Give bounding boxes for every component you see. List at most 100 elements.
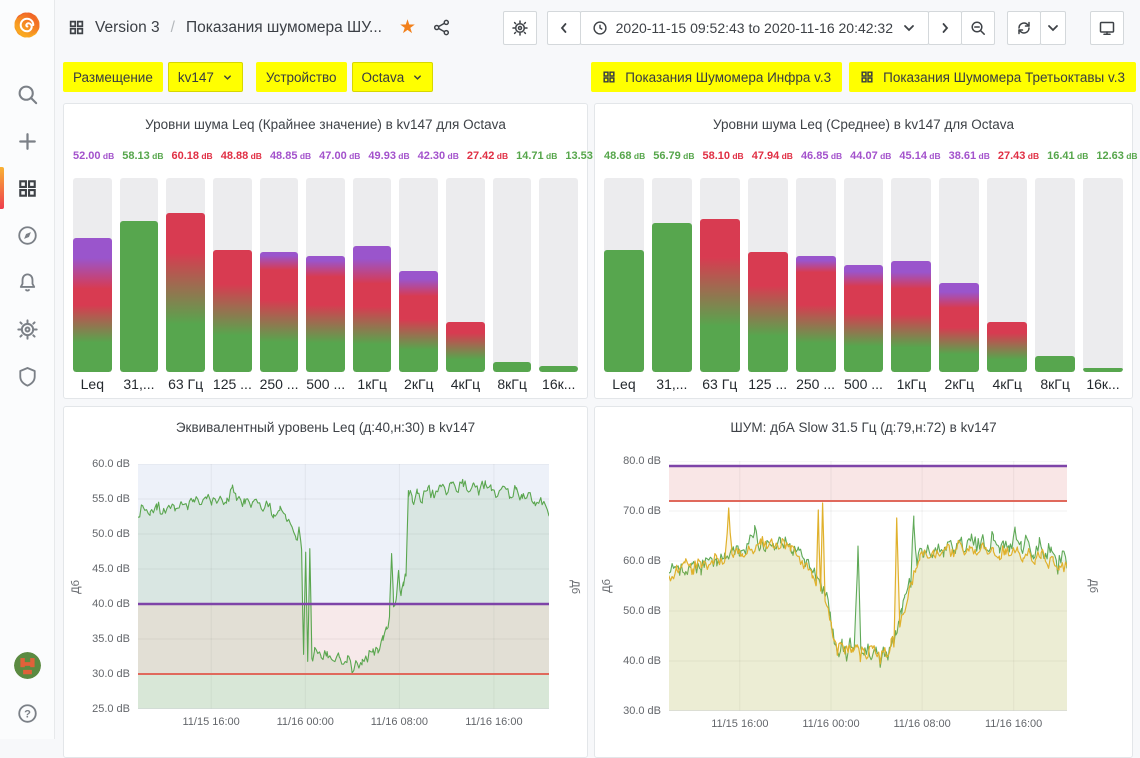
bar-gauge-fill (939, 283, 979, 372)
bar-label: Leq (604, 376, 644, 392)
variable-value-dropdown[interactable]: Octava (352, 62, 434, 92)
bar-value: 60.18 dB (171, 150, 212, 162)
bar-gauge-fill (604, 250, 644, 372)
bar-gauge-track (493, 178, 532, 372)
search-icon[interactable] (16, 83, 38, 105)
variable-label: Устройство (256, 62, 347, 92)
dashboards-icon[interactable] (16, 177, 38, 199)
bar-gauges-row (604, 178, 1123, 372)
y-tick-label: 30.0 dB (595, 704, 661, 718)
bar-gauge-fill (260, 252, 299, 372)
panel-timeseries-leq: Эквивалентный уровень Leq (д:40,н:30) в … (63, 406, 588, 758)
y-tick-label: 45.0 dB (64, 562, 130, 576)
grafana-logo-icon[interactable] (11, 9, 43, 41)
bar-gauge-track (260, 178, 299, 372)
bar-gauge-fill (493, 362, 532, 372)
explore-compass-icon[interactable] (16, 224, 38, 246)
bar-gauge-track (306, 178, 345, 372)
refresh-interval-dropdown[interactable] (1040, 11, 1066, 45)
bar-label: Leq (73, 376, 112, 392)
bar-label: 8кГц (1035, 376, 1075, 392)
add-icon[interactable] (16, 130, 38, 152)
bar-gauge-track (748, 178, 788, 372)
bar-gauges-row (73, 178, 578, 372)
bar-gauge-fill (1083, 368, 1123, 372)
bar-gauge-fill (748, 252, 788, 372)
dashboard-grid-icon (68, 19, 85, 36)
x-tick-label: 11/16 00:00 (786, 718, 876, 730)
bar-label: 63 Гц (166, 376, 205, 392)
breadcrumb-folder[interactable]: Version 3 (95, 19, 160, 37)
x-tick-label: 11/16 16:00 (449, 716, 539, 728)
timeseries-chart: 80.0 dB70.0 dB60.0 dB50.0 dB40.0 dB30.0 … (595, 407, 1132, 757)
zoom-out-button[interactable] (961, 11, 995, 45)
x-tick-label: 11/15 16:00 (166, 716, 256, 728)
bar-label: 2кГц (399, 376, 438, 392)
bar-value-unit: dB (494, 151, 508, 161)
bar-label: 4кГц (987, 376, 1027, 392)
bar-labels-row: Leq31,...63 Гц125 ...250 ...500 ...1кГц2… (604, 376, 1123, 392)
refresh-controls (1007, 11, 1066, 45)
bar-value: 46.85 dB (801, 150, 842, 162)
bar-gauge-fill (120, 221, 159, 372)
bar-label: 500 ... (844, 376, 884, 392)
bar-label: 31,... (652, 376, 692, 392)
time-shift-back-button[interactable] (547, 11, 581, 45)
bar-label: 2кГц (939, 376, 979, 392)
bar-value-unit: dB (878, 151, 892, 161)
bar-gauge-fill (539, 366, 578, 372)
bar-label: 1кГц (891, 376, 931, 392)
bar-label: 16к... (1083, 376, 1123, 392)
refresh-button[interactable] (1007, 11, 1041, 45)
dashboard-title[interactable]: Показания шумомера ШУ... (186, 19, 382, 37)
bar-gauge-fill (1035, 356, 1075, 372)
timeseries-plot[interactable] (669, 461, 1067, 711)
star-icon[interactable]: ★ (399, 18, 416, 37)
breadcrumb: Version 3 / Показания шумомера ШУ... (68, 19, 382, 37)
help-icon[interactable]: ? (16, 702, 38, 724)
dashboard-link-infra[interactable]: Показания Шумомера Инфра v.3 (591, 62, 842, 92)
dashboard-settings-button[interactable] (503, 11, 537, 45)
bar-value: 16.41 dB (1047, 150, 1088, 162)
bar-gauge-fill (166, 213, 205, 372)
bar-value-unit: dB (681, 151, 695, 161)
time-range-picker[interactable]: 2020-11-15 09:52:43 to 2020-11-16 20:42:… (580, 11, 929, 45)
panel-title[interactable]: Уровни шума Leq (Среднее) в kv147 для Oc… (595, 104, 1132, 132)
bar-value: 58.13 dB (122, 150, 163, 162)
bar-value: 58.10 dB (702, 150, 743, 162)
bar-gauge-track (844, 178, 884, 372)
bar-value: 48.88 dB (221, 150, 262, 162)
bar-value: 42.30 dB (418, 150, 459, 162)
bar-gauge-fill (796, 256, 836, 372)
server-admin-shield-icon[interactable] (16, 365, 38, 387)
chevron-down-icon (222, 72, 233, 83)
timeseries-plot[interactable] (138, 464, 549, 709)
bar-gauge-fill (891, 261, 931, 372)
alerting-bell-icon[interactable] (16, 271, 38, 293)
bar-value: 49.93 dB (368, 150, 409, 162)
panel-title[interactable]: Уровни шума Leq (Крайнее значение) в kv1… (64, 104, 587, 132)
variable-placement: Размещение kv147 (63, 62, 243, 92)
bar-label: 63 Гц (700, 376, 740, 392)
bar-gauge-fill (987, 322, 1027, 372)
time-range-controls: 2020-11-15 09:52:43 to 2020-11-16 20:42:… (547, 11, 995, 45)
configuration-gear-icon[interactable] (16, 318, 38, 340)
bar-value: 27.42 dB (467, 150, 508, 162)
bar-gauge-fill (73, 238, 112, 372)
y-axis-label-right: Дб (569, 580, 581, 594)
share-icon[interactable] (433, 19, 450, 36)
bar-labels-row: Leq31,...63 Гц125 ...250 ...500 ...1кГц2… (73, 376, 578, 392)
y-axis-label-left: Дб (70, 580, 82, 594)
y-axis-label-left: Дб (601, 579, 613, 593)
time-shift-forward-button[interactable] (928, 11, 962, 45)
bar-value-unit: dB (730, 151, 744, 161)
bar-value: 45.14 dB (899, 150, 940, 162)
variable-value-dropdown[interactable]: kv147 (168, 62, 243, 92)
bar-value-unit: dB (347, 151, 361, 161)
dashboard-link-tretoktavy[interactable]: Показания Шумомера Третьоктавы v.3 (849, 62, 1136, 92)
kiosk-mode-button[interactable] (1090, 11, 1124, 45)
user-avatar[interactable] (14, 652, 41, 679)
bar-value-unit: dB (199, 151, 213, 161)
variable-value-text: Octava (362, 70, 405, 85)
x-tick-label: 11/16 16:00 (969, 718, 1059, 730)
